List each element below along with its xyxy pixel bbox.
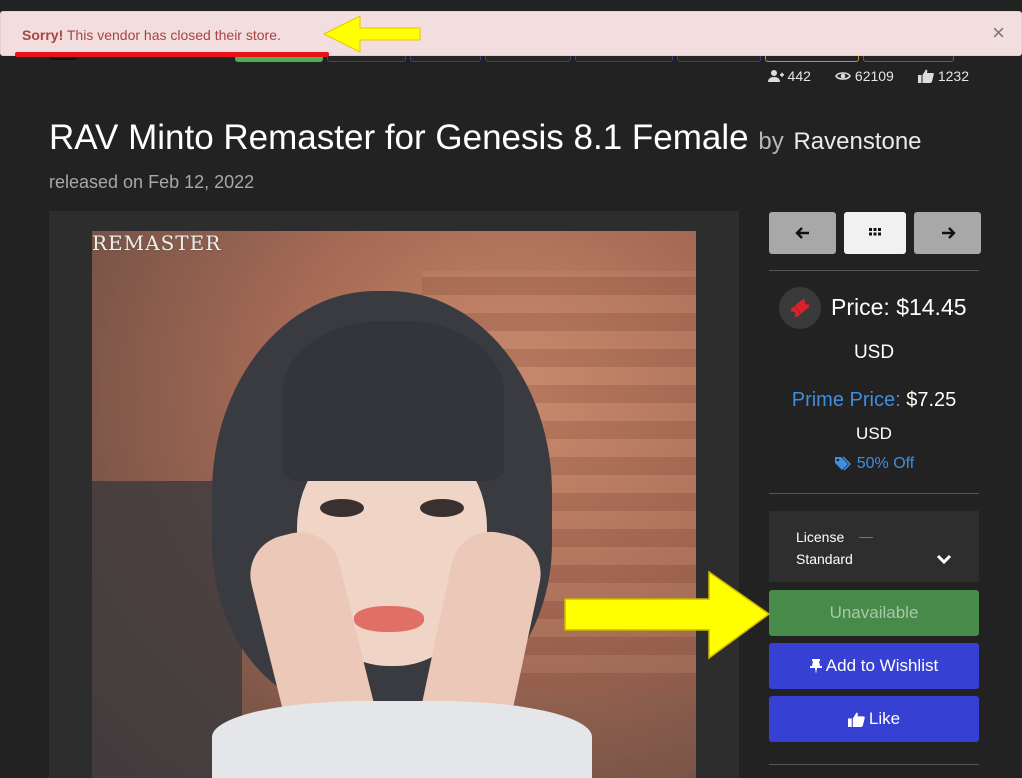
add-to-wishlist-button[interactable]: Add to Wishlist [769, 643, 979, 689]
pin-icon [809, 659, 822, 674]
followers-stat: 442 [767, 68, 811, 84]
like-label: Like [868, 709, 901, 728]
alert-strong: Sorry! [22, 27, 64, 43]
divider [769, 493, 979, 494]
license-value: Standard [796, 551, 853, 567]
product-gallery: REMASTER [49, 211, 739, 778]
ticket-icon [790, 299, 810, 317]
price-label: Price: [831, 294, 890, 320]
divider [769, 270, 979, 271]
vendor-link[interactable]: Ravenstone [793, 128, 921, 155]
image-overlay-text: REMASTER [92, 231, 222, 255]
photo-lips [354, 606, 424, 632]
price-value: $14.45 [896, 294, 967, 320]
thumbs-up-icon [847, 712, 865, 727]
unavailable-label: Unavailable [829, 603, 919, 622]
prev-image-button[interactable] [769, 212, 836, 254]
product-name: RAV Minto Remaster for Genesis 8.1 Femal… [49, 118, 749, 157]
annotation-arrow-icon [322, 15, 421, 53]
price: Price: $14.45 [831, 294, 967, 321]
alert-message: Sorry! This vendor has closed their stor… [22, 27, 281, 43]
product-image[interactable]: REMASTER [92, 231, 696, 778]
chevron-down-icon [936, 554, 952, 565]
license-label: License [796, 529, 845, 545]
product-stats: 442 62109 1232 [767, 68, 969, 84]
photo-eye [420, 499, 464, 517]
likes-count: 1232 [937, 68, 969, 84]
prime-price-label[interactable]: Prime Price: [792, 389, 901, 411]
tags-icon [834, 456, 851, 471]
views-count: 62109 [854, 68, 894, 84]
eye-icon [835, 72, 851, 80]
user-plus-icon [767, 70, 784, 82]
product-title: RAV Minto Remaster for Genesis 8.1 Femal… [49, 118, 922, 158]
views-stat: 62109 [835, 68, 894, 84]
photo-shirt [212, 701, 592, 778]
close-icon[interactable]: × [992, 22, 1005, 44]
next-image-button[interactable] [914, 212, 981, 254]
prime-price-currency: USD [856, 424, 892, 443]
price-currency: USD [853, 342, 895, 363]
grid-view-button[interactable] [844, 212, 906, 254]
discount-text: 50% Off [856, 455, 915, 472]
license-divider [859, 537, 873, 538]
divider [769, 764, 979, 765]
likes-stat: 1232 [917, 68, 969, 84]
license-select[interactable]: License Standard [769, 511, 979, 582]
prime-price-value: $7.25 [906, 389, 957, 411]
annotation-arrow-icon [564, 570, 771, 660]
gallery-navigation [769, 212, 981, 254]
arrow-left-icon [794, 227, 809, 239]
arrow-right-icon [941, 227, 956, 239]
discount-badge: 50% Off [769, 455, 979, 473]
followers-count: 442 [787, 68, 811, 84]
unavailable-button[interactable]: Unavailable [769, 590, 979, 636]
prime-price: Prime Price: $7.25 [769, 389, 979, 412]
vendor-closed-alert: Sorry! This vendor has closed their stor… [0, 11, 1022, 57]
like-button[interactable]: Like [769, 696, 979, 742]
photo-eye [320, 499, 364, 517]
price-badge [779, 287, 821, 329]
thumbs-up-icon [917, 69, 934, 83]
grid-icon [869, 228, 881, 236]
alert-body: This vendor has closed their store. [63, 27, 281, 43]
by-label: by [758, 128, 784, 155]
wishlist-label: Add to Wishlist [825, 656, 939, 675]
release-date: released on Feb 12, 2022 [49, 172, 255, 192]
photo-bangs [282, 321, 504, 481]
annotation-underline [15, 52, 329, 57]
